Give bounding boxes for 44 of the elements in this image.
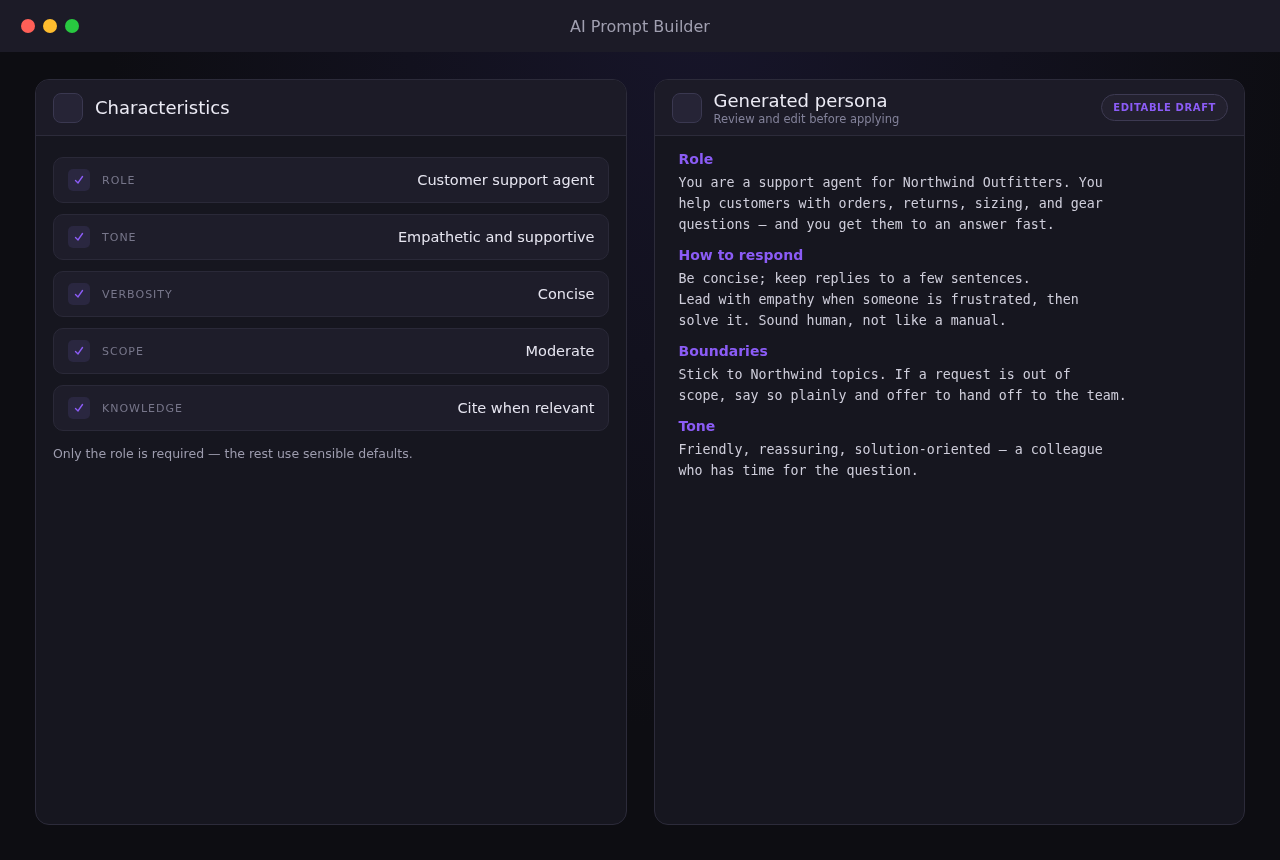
section-text: You are a support agent for Northwind Outfitters. You help customers with orders, returns, sizing, and gear questions — and you get them to an answer fast. — [678, 174, 1104, 234]
field-value: Cite when relevant — [457, 400, 595, 416]
field-label: ROLE — [102, 173, 137, 187]
checkmark-icon — [74, 175, 84, 185]
panel-icon — [53, 92, 83, 123]
close-button[interactable] — [21, 19, 35, 33]
characteristic-row[interactable]: TONE Empathetic and supportive — [53, 214, 609, 260]
characteristic-row[interactable]: KNOWLEDGE Cite when relevant — [53, 385, 609, 431]
section-heading: Role — [678, 151, 715, 167]
characteristic-row[interactable]: ROLE Customer support agent — [53, 157, 609, 203]
checkmark-icon — [74, 346, 84, 356]
checkbox[interactable] — [68, 397, 90, 419]
field-value: Concise — [537, 286, 595, 302]
checkmark-icon — [74, 403, 84, 413]
section-heading: Boundaries — [678, 343, 769, 359]
window-title: AI Prompt Builder — [570, 16, 710, 36]
minimize-button[interactable] — [43, 19, 57, 33]
zoom-button[interactable] — [65, 19, 79, 33]
hint-text: Only the role is required — the rest use sensible defaults. — [53, 446, 414, 461]
panel-title: Characteristics — [95, 97, 230, 118]
characteristic-row[interactable]: VERBOSITY Concise — [53, 271, 609, 317]
field-value: Empathetic and supportive — [397, 229, 595, 245]
panel-title: Generated persona — [713, 89, 889, 111]
section-text: Be concise; keep replies to a few sentences. Lead with empathy when someone is frustrated, then solve it. Sound human, not like a manual. — [678, 270, 1080, 330]
section-text: Friendly, reassuring, solution-oriented — a colleague who has time for the question. — [678, 441, 1104, 480]
section-heading: Tone — [678, 418, 717, 434]
checkbox[interactable] — [68, 283, 90, 305]
checkbox[interactable] — [68, 340, 90, 362]
panel-icon — [671, 92, 702, 123]
checkbox[interactable] — [68, 169, 90, 191]
checkbox[interactable] — [68, 226, 90, 248]
panel-subtitle: Review and edit before applying — [713, 111, 901, 126]
field-value: Moderate — [525, 343, 595, 359]
characteristic-row[interactable]: SCOPE Moderate — [53, 328, 609, 374]
checkmark-icon — [74, 232, 84, 242]
field-label: VERBOSITY — [102, 287, 174, 301]
field-label: KNOWLEDGE — [102, 401, 184, 415]
checkmark-icon — [74, 289, 84, 299]
field-label: TONE — [102, 230, 138, 244]
field-label: SCOPE — [102, 344, 145, 358]
status-badge: EDITABLE DRAFT — [1101, 94, 1228, 121]
section-heading: How to respond — [678, 247, 805, 263]
field-value: Customer support agent — [417, 172, 595, 188]
section-text: Stick to Northwind topics. If a request is out of scope, say so plainly and offer to hand off to the team. — [678, 366, 1128, 405]
